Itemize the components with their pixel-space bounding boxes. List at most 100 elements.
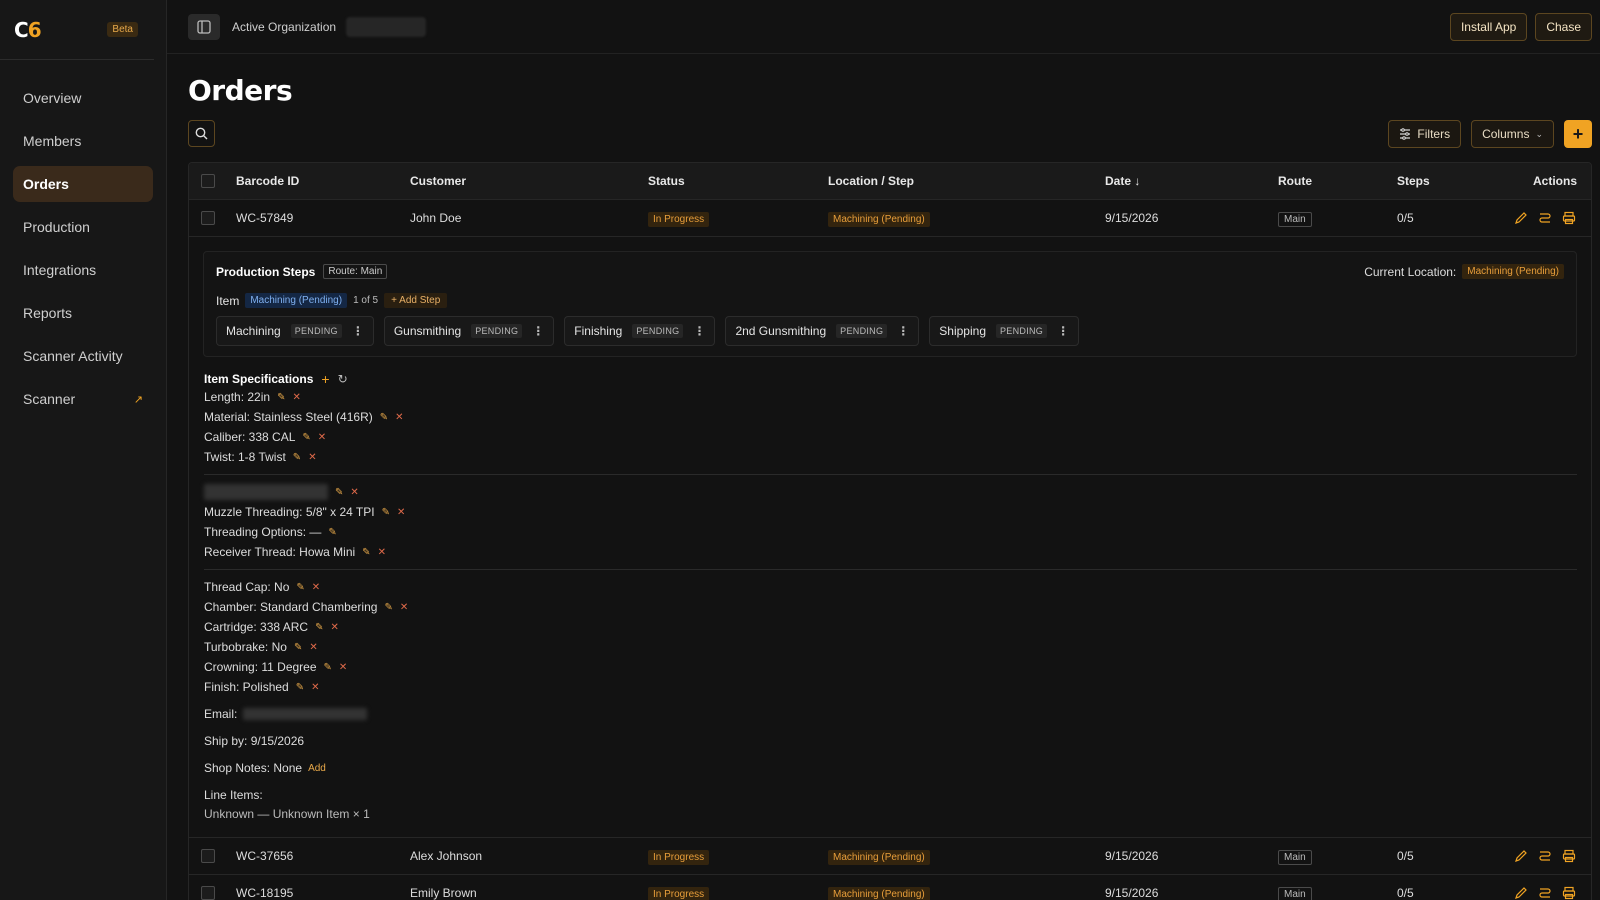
refresh-icon[interactable]: ↻ (338, 372, 348, 386)
select-all-checkbox[interactable] (201, 174, 215, 188)
remove-icon[interactable]: ✕ (312, 582, 320, 593)
remove-icon[interactable]: ✕ (339, 662, 347, 673)
pencil-icon[interactable]: ✎ (324, 662, 332, 673)
pencil-icon[interactable]: ✎ (384, 602, 392, 613)
remove-icon[interactable]: ✕ (309, 642, 317, 653)
redacted-email (243, 708, 368, 720)
sidebar: C6 Beta Overview Members Orders Producti… (0, 0, 167, 900)
header-customer[interactable]: Customer (410, 174, 648, 188)
production-steps-card: Production Steps Route: Main Current Loc… (203, 251, 1577, 357)
remove-icon[interactable]: ✕ (350, 487, 358, 498)
filters-button[interactable]: Filters (1388, 120, 1462, 148)
pencil-icon[interactable]: ✎ (380, 412, 388, 423)
spec-text: Caliber: 338 CAL (204, 430, 296, 444)
pencil-icon[interactable]: ✎ (277, 392, 285, 403)
header-route[interactable]: Route (1278, 174, 1397, 188)
remove-icon[interactable]: ✕ (330, 622, 338, 633)
remove-icon[interactable]: ✕ (378, 547, 386, 558)
steps-cell: 0/5 (1397, 849, 1414, 863)
pencil-icon[interactable]: ✎ (296, 682, 304, 693)
step-chip[interactable]: 2nd Gunsmithing PENDING ⋮ (725, 316, 920, 346)
status-badge: In Progress (648, 887, 710, 900)
pencil-icon[interactable]: ✎ (293, 452, 301, 463)
print-icon[interactable] (1561, 210, 1577, 226)
sidebar-item-integrations[interactable]: Integrations (13, 252, 153, 288)
columns-button[interactable]: Columns ⌄ (1471, 120, 1554, 148)
user-menu-button[interactable]: Chase (1535, 12, 1592, 41)
route-icon[interactable] (1537, 885, 1553, 900)
remove-icon[interactable]: ✕ (292, 392, 300, 403)
edit-icon[interactable] (1513, 885, 1529, 900)
item-specifications: Item Specifications + ↻ Length: 22in ✎ ✕ M… (203, 371, 1577, 821)
step-chip[interactable]: Finishing PENDING ⋮ (564, 316, 716, 346)
header-status[interactable]: Status (648, 174, 828, 188)
step-chip[interactable]: Shipping PENDING ⋮ (929, 316, 1080, 346)
add-step-button[interactable]: + Add Step (384, 293, 448, 308)
sidebar-item-production[interactable]: Production (13, 209, 153, 245)
remove-icon[interactable]: ✕ (397, 507, 405, 518)
search-button[interactable] (188, 120, 215, 147)
row-checkbox[interactable] (201, 886, 215, 900)
spec-text: Twist: 1-8 Twist (204, 450, 286, 464)
sidebar-item-overview[interactable]: Overview (13, 80, 153, 116)
remove-icon[interactable]: ✕ (311, 682, 319, 693)
add-shop-notes-link[interactable]: Add (308, 763, 326, 774)
remove-icon[interactable]: ✕ (395, 412, 403, 423)
install-app-button[interactable]: Install App (1449, 12, 1528, 41)
sidebar-item-reports[interactable]: Reports (13, 295, 153, 331)
logo[interactable]: C6 (14, 18, 42, 42)
pencil-icon[interactable]: ✎ (315, 622, 323, 633)
shop-notes-text: Shop Notes: None (204, 761, 303, 775)
pencil-icon[interactable]: ✎ (294, 642, 302, 653)
spec-line: Thread Cap: No ✎ ✕ (204, 577, 1577, 597)
more-vertical-icon[interactable]: ⋮ (1057, 324, 1069, 338)
edit-icon[interactable] (1513, 210, 1529, 226)
header-date[interactable]: Date ↓ (1105, 174, 1278, 188)
remove-icon[interactable]: ✕ (308, 452, 316, 463)
sidebar-item-orders[interactable]: Orders (13, 166, 153, 202)
step-chip[interactable]: Machining PENDING ⋮ (216, 316, 374, 346)
pencil-icon[interactable]: ✎ (362, 547, 370, 558)
remove-icon[interactable]: ✕ (400, 602, 408, 613)
add-spec-icon[interactable]: + (321, 371, 329, 387)
print-icon[interactable] (1561, 848, 1577, 864)
active-org-selector[interactable] (346, 16, 427, 37)
redacted-spec (204, 484, 328, 500)
route-icon[interactable] (1537, 210, 1553, 226)
spec-line: Caliber: 338 CAL ✎ ✕ (204, 427, 1577, 447)
pencil-icon[interactable]: ✎ (302, 432, 310, 443)
sidebar-panel-icon (197, 19, 211, 34)
table-header-row: Barcode ID Customer Status Location / St… (189, 163, 1591, 200)
table-row[interactable]: WC-37656 Alex Johnson In Progress Machin… (189, 838, 1591, 875)
sidebar-item-scanner[interactable]: Scanner ↗ (13, 381, 153, 417)
more-vertical-icon[interactable]: ⋮ (352, 324, 364, 338)
more-vertical-icon[interactable]: ⋮ (897, 324, 909, 338)
header-steps[interactable]: Steps (1397, 174, 1513, 188)
step-chip[interactable]: Gunsmithing PENDING ⋮ (383, 316, 555, 346)
route-icon[interactable] (1537, 848, 1553, 864)
more-vertical-icon[interactable]: ⋮ (532, 324, 544, 338)
table-row[interactable]: WC-57849 John Doe In Progress Machining … (189, 200, 1591, 237)
spec-text: Finish: Polished (204, 680, 289, 694)
pencil-icon[interactable]: ✎ (296, 582, 304, 593)
remove-icon[interactable]: ✕ (318, 432, 326, 443)
header-barcode[interactable]: Barcode ID (236, 174, 410, 188)
spec-text: Turbobrake: No (204, 640, 287, 654)
pencil-icon[interactable]: ✎ (335, 487, 343, 498)
row-checkbox[interactable] (201, 211, 215, 225)
add-order-button[interactable]: + (1564, 120, 1592, 148)
pencil-icon[interactable]: ✎ (382, 507, 390, 518)
sidebar-item-scanner-activity[interactable]: Scanner Activity (13, 338, 153, 374)
edit-icon[interactable] (1513, 848, 1529, 864)
customer-cell: John Doe (410, 211, 462, 225)
print-icon[interactable] (1561, 885, 1577, 900)
header-location[interactable]: Location / Step (828, 174, 1105, 188)
step-state-badge: PENDING (836, 324, 888, 338)
row-checkbox[interactable] (201, 849, 215, 863)
sidebar-item-members[interactable]: Members (13, 123, 153, 159)
toggle-sidebar-button[interactable] (188, 13, 220, 40)
step-name: Gunsmithing (393, 324, 462, 338)
table-row[interactable]: WC-18195 Emily Brown In Progress Machini… (189, 875, 1591, 900)
pencil-icon[interactable]: ✎ (328, 527, 336, 538)
more-vertical-icon[interactable]: ⋮ (693, 324, 705, 338)
